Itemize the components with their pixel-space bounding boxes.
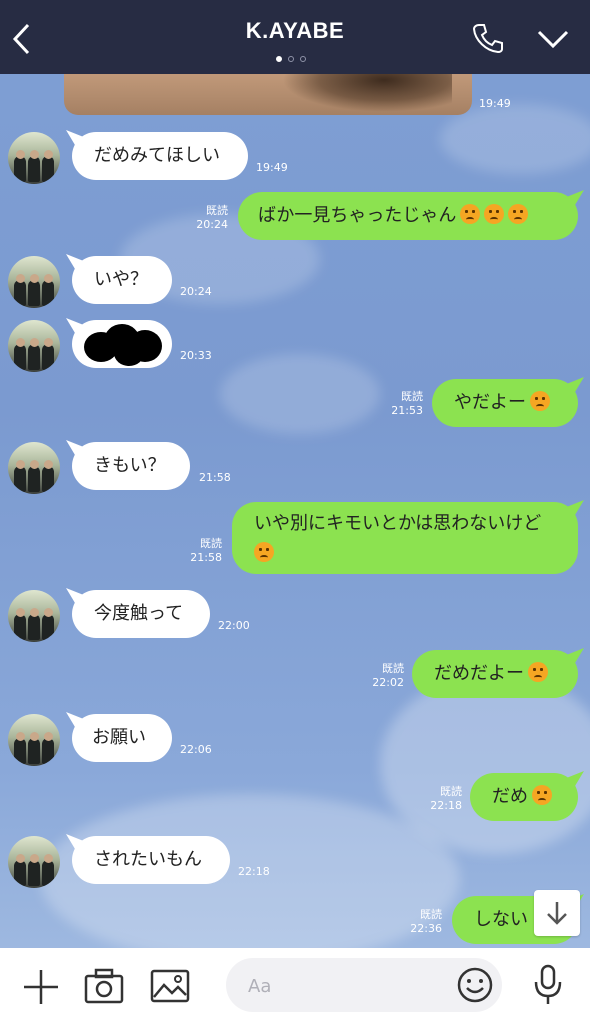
message-time: 19:49 xyxy=(256,161,288,174)
message-time: 22:18 xyxy=(430,799,462,812)
avatar[interactable] xyxy=(8,442,60,494)
message-text: いや？ xyxy=(94,269,148,290)
outgoing-message[interactable]: やだよー xyxy=(432,379,578,427)
outgoing-message[interactable]: いや別にキモいとかは思わないけど xyxy=(232,502,578,574)
message-text: きもい？ xyxy=(94,455,166,476)
chevron-down-icon[interactable] xyxy=(536,28,570,54)
chat-screen: K.AYABE 19:49 だめみてほしい 19:49 既読 20:24 ばか一… xyxy=(0,0,590,1024)
tired-face-emoji-icon xyxy=(508,204,529,224)
read-label: 既読 xyxy=(440,785,462,798)
message-text: お願い xyxy=(92,727,146,748)
avatar[interactable] xyxy=(8,590,60,642)
incoming-message-redacted[interactable] xyxy=(72,320,172,368)
plus-icon[interactable] xyxy=(22,968,60,1010)
message-time: 21:53 xyxy=(391,404,423,417)
tired-face-emoji-icon xyxy=(254,542,274,562)
composer-bar xyxy=(0,948,590,1024)
message-text: いや別にキモいとかは思わないけど xyxy=(254,513,542,534)
page-indicator xyxy=(276,56,306,62)
message-text: やだよー xyxy=(454,392,526,413)
redaction-blot xyxy=(84,324,162,366)
incoming-message[interactable]: されたいもん xyxy=(72,836,230,884)
read-label: 既読 xyxy=(420,908,442,921)
avatar[interactable] xyxy=(8,320,60,372)
avatar[interactable] xyxy=(8,714,60,766)
message-time: 22:36 xyxy=(410,922,442,935)
read-label: 既読 xyxy=(200,537,222,550)
avatar[interactable] xyxy=(8,256,60,308)
message-time: 20:33 xyxy=(180,349,212,362)
outgoing-message[interactable]: ばか一見ちゃったじゃん xyxy=(238,192,578,240)
message-text: しない xyxy=(474,909,528,930)
tired-face-emoji-icon xyxy=(484,204,505,224)
message-text: 今度触って xyxy=(94,603,184,624)
message-text: だめみてほしい xyxy=(94,145,220,166)
message-input[interactable] xyxy=(246,972,450,1000)
chat-header: K.AYABE xyxy=(0,0,590,74)
crying-face-emoji-icon xyxy=(530,391,550,411)
outgoing-message[interactable]: だめ xyxy=(470,773,578,821)
tired-face-emoji-icon xyxy=(532,785,552,805)
read-label: 既読 xyxy=(206,204,228,217)
read-receipt: 既読 21:53 xyxy=(385,390,423,418)
message-text: だめだよー xyxy=(434,663,524,684)
read-receipt: 既読 20:24 xyxy=(190,204,228,232)
message-text: だめ xyxy=(492,786,528,807)
image-icon[interactable] xyxy=(150,968,190,1008)
incoming-message[interactable]: だめみてほしい xyxy=(72,132,248,180)
read-receipt: 既読 22:36 xyxy=(404,908,442,936)
avatar[interactable] xyxy=(8,836,60,888)
message-time: 21:58 xyxy=(199,471,231,484)
read-receipt: 既読 22:18 xyxy=(424,785,462,813)
arrow-down-icon xyxy=(545,899,569,931)
message-text: されたいもん xyxy=(94,849,202,870)
read-label: 既読 xyxy=(382,662,404,675)
message-time: 22:02 xyxy=(372,676,404,689)
scroll-to-bottom-button[interactable] xyxy=(534,890,580,936)
read-receipt: 既読 21:58 xyxy=(184,537,222,565)
message-list[interactable]: 19:49 だめみてほしい 19:49 既読 20:24 ばか一見ちゃったじゃん… xyxy=(0,74,590,948)
message-time: 22:00 xyxy=(218,619,250,632)
page-dot-active xyxy=(276,56,282,62)
incoming-message[interactable]: いや？ xyxy=(72,256,172,304)
outgoing-message[interactable]: だめだよー xyxy=(412,650,578,698)
message-input-box[interactable] xyxy=(226,958,502,1012)
page-dot xyxy=(300,56,306,62)
message-time: 21:58 xyxy=(190,551,222,564)
phone-icon[interactable] xyxy=(472,22,504,58)
read-receipt: 既読 22:02 xyxy=(366,662,404,690)
avatar[interactable] xyxy=(8,132,60,184)
camera-icon[interactable] xyxy=(84,968,124,1008)
page-dot xyxy=(288,56,294,62)
smiley-icon[interactable] xyxy=(456,966,494,1008)
message-time: 20:24 xyxy=(196,218,228,231)
message-time: 20:24 xyxy=(180,285,212,298)
message-time: 19:49 xyxy=(479,97,511,110)
incoming-message[interactable]: お願い xyxy=(72,714,172,762)
message-text: ばか一見ちゃったじゃん xyxy=(258,205,457,226)
message-time: 22:18 xyxy=(238,865,270,878)
incoming-message[interactable]: 今度触って xyxy=(72,590,210,638)
incoming-message[interactable]: きもい？ xyxy=(72,442,190,490)
microphone-icon[interactable] xyxy=(532,964,564,1010)
tired-face-emoji-icon xyxy=(460,204,481,224)
tired-face-emoji-icon xyxy=(528,662,548,682)
read-label: 既読 xyxy=(401,390,423,403)
image-message[interactable] xyxy=(64,74,472,115)
message-time: 22:06 xyxy=(180,743,212,756)
